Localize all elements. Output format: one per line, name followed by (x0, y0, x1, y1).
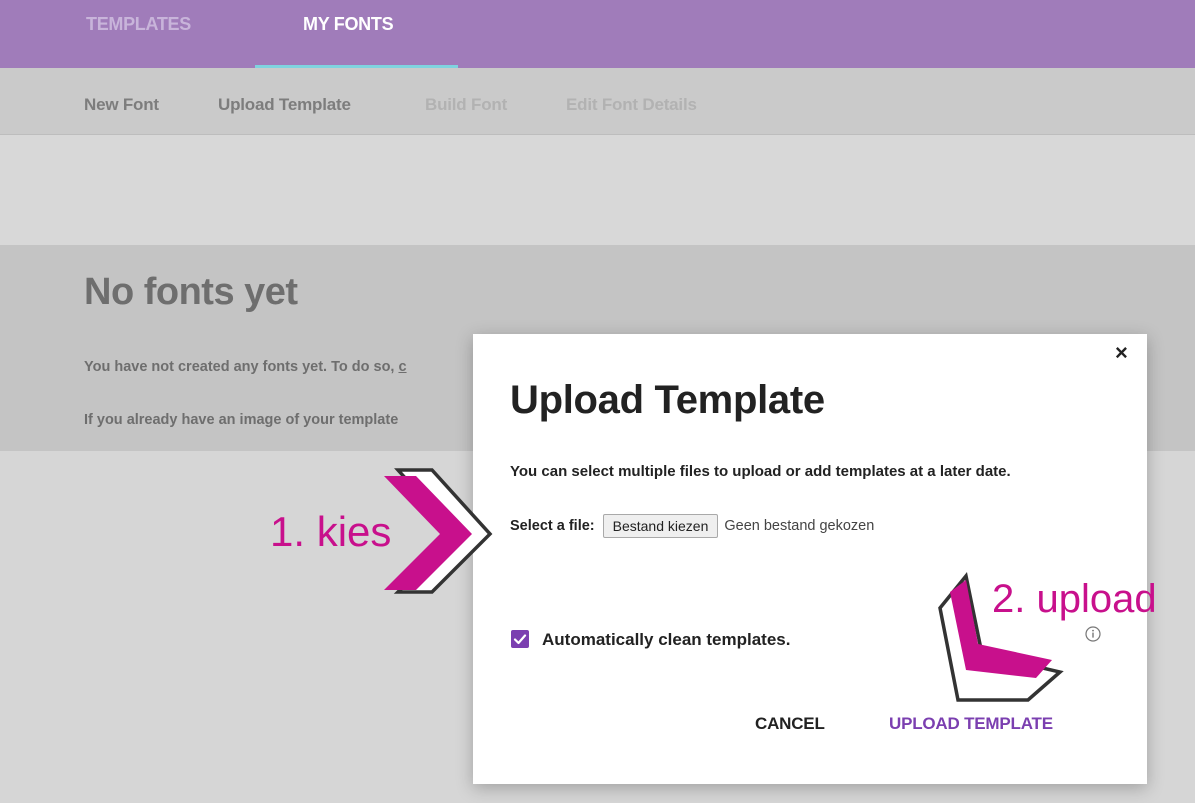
subnav-upload-template[interactable]: Upload Template (218, 95, 351, 115)
dialog-description: You can select multiple files to upload … (510, 463, 1011, 480)
chevron-down-left-arrow-icon (938, 572, 1064, 702)
tab-templates-label: TEMPLATES (86, 14, 191, 34)
choose-file-button[interactable]: Bestand kiezen (602, 514, 719, 538)
sub-navigation: New Font Upload Template Build Font Edit… (0, 68, 1195, 135)
tab-templates[interactable]: TEMPLATES (60, 0, 230, 68)
panel-text-line-1: You have not created any fonts yet. To d… (84, 359, 407, 375)
auto-clean-checkbox[interactable] (511, 630, 529, 648)
tab-my-fonts[interactable]: MY FONTS (255, 0, 458, 68)
panel-create-link[interactable]: c (398, 359, 406, 375)
upload-template-dialog: × Upload Template You can select multipl… (473, 334, 1147, 784)
file-select-row: Select a file: Bestand kiezen Geen besta… (510, 512, 874, 540)
subnav-edit-font-details: Edit Font Details (566, 95, 697, 114)
close-icon[interactable]: × (1115, 340, 1128, 366)
tab-my-fonts-label: MY FONTS (303, 14, 394, 34)
cancel-button[interactable]: CANCEL (755, 714, 825, 734)
check-icon (513, 634, 527, 645)
subnav-new-font[interactable]: New Font (84, 95, 159, 115)
chevron-right-arrow-icon (384, 468, 493, 594)
upload-template-button[interactable]: UPLOAD TEMPLATE (889, 714, 1053, 734)
file-select-label: Select a file: (510, 518, 595, 534)
content-strip (0, 135, 1195, 245)
info-icon[interactable] (1085, 626, 1101, 642)
panel-text-line-2: If you already have an image of your tem… (84, 412, 399, 428)
subnav-build-font: Build Font (425, 95, 508, 114)
top-tab-bar: TEMPLATES MY FONTS (0, 0, 1195, 68)
file-status-text: Geen bestand gekozen (724, 518, 875, 534)
panel-text-line-1-text: You have not created any fonts yet. To d… (84, 359, 399, 375)
dialog-title: Upload Template (510, 378, 825, 422)
auto-clean-label[interactable]: Automatically clean templates. (542, 630, 790, 650)
panel-title: No fonts yet (84, 271, 298, 313)
